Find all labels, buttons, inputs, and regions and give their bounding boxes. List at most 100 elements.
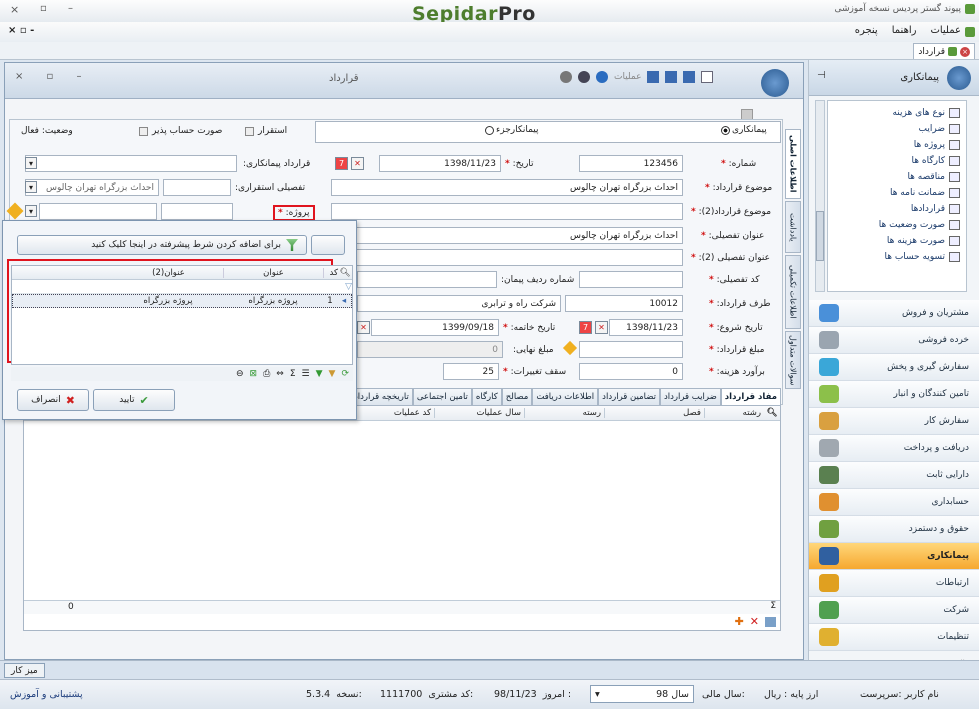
amount-input[interactable] (579, 341, 683, 358)
party-code-input[interactable]: 10012 (565, 295, 683, 312)
print-icon[interactable] (578, 71, 590, 83)
detail-title-input[interactable]: احداث بزرگراه تهران چالوس (331, 227, 683, 244)
module-item[interactable]: ارتباطات (809, 570, 979, 597)
end-date-input[interactable]: 1399/09/18 (371, 319, 499, 336)
refresh-icon[interactable] (560, 71, 572, 83)
module-item[interactable]: حسابداری (809, 489, 979, 516)
tree-item[interactable]: صورت وضعیت ها (828, 217, 960, 233)
start-date-input[interactable]: 1398/11/23 (609, 319, 683, 336)
close-app-icon[interactable]: × (10, 3, 19, 16)
vtab-extra-info[interactable]: اطلاعات تکمیلی (785, 255, 801, 329)
grid-col-header[interactable]: رشته (704, 408, 764, 418)
module-item[interactable]: تامین کنندگان و انبار (809, 381, 979, 408)
bottom-tab[interactable]: مصالح (501, 388, 533, 405)
cancel-button[interactable]: انصراف ✖ (17, 389, 89, 411)
invoice-checkbox[interactable]: صورت حساب پذیر (139, 126, 222, 136)
save-icon[interactable] (665, 71, 678, 83)
module-item[interactable]: تنظیمات (809, 624, 979, 651)
tree-item[interactable]: کارگاه ها (828, 153, 960, 169)
start-calendar-icon[interactable]: 7 (579, 321, 592, 334)
grid-col-header[interactable]: فصل (604, 408, 704, 418)
tree-item[interactable]: ضرایب (828, 121, 960, 137)
advanced-filter-bar[interactable]: برای اضافه کردن شرط پیشرفته در اینجا کلی… (17, 235, 307, 255)
lookup-col-title[interactable]: عنوان (224, 267, 324, 278)
restore-app-icon[interactable]: ▫ (40, 3, 47, 14)
tree-item[interactable]: نوع های هزینه (828, 105, 960, 121)
tree-item[interactable]: ضمانت نامه ها (828, 185, 960, 201)
lookup-filter-icon[interactable]: ▽ (338, 282, 352, 292)
tree-item[interactable]: صورت هزینه ها (828, 233, 960, 249)
subject-input[interactable]: احداث بزرگراه تهران چالوس (331, 179, 683, 196)
clear-end-icon[interactable]: ✕ (357, 321, 370, 334)
clear-date-icon[interactable]: ✕ (351, 157, 364, 170)
help-icon[interactable] (596, 71, 608, 83)
vtab-notes[interactable]: یادداشت (785, 201, 801, 253)
bottom-tab[interactable]: اطلاعات دریافت (532, 388, 599, 405)
module-item[interactable]: سفارش گیری و پخش (809, 354, 979, 381)
date-input[interactable]: 1398/11/23 (379, 155, 501, 172)
lookup-filter-row[interactable]: ▽ (12, 280, 352, 294)
vtab-main-info[interactable]: اطلاعات اصلی (785, 129, 801, 199)
tree-item[interactable]: پروژه ها (828, 137, 960, 153)
menu-item-operations[interactable]: عملیات (930, 25, 961, 36)
close-tab-icon[interactable]: × (960, 46, 970, 57)
lookup-search-icon[interactable]: 🔍︎ (338, 268, 352, 278)
contractor-dropdown-icon[interactable]: ▾ (25, 157, 37, 169)
refresh-lookup-icon[interactable]: ⟳ (341, 369, 349, 379)
grid-col-header[interactable]: رسته (524, 408, 604, 418)
calendar-icon[interactable]: 7 (335, 157, 348, 170)
detail-settle-dropdown-icon[interactable]: ▾ (25, 181, 37, 193)
bottom-tab[interactable]: مفاد قرارداد (720, 388, 781, 405)
module-item[interactable]: مشتریان و فروش (809, 300, 979, 327)
vtab-faq[interactable]: سوالات متداول (785, 331, 801, 389)
save-close-icon[interactable] (683, 71, 696, 83)
sum-icon[interactable]: Σ (290, 369, 296, 379)
settle-checkbox[interactable]: استقرار (245, 126, 287, 136)
lookup-col-title2[interactable]: عنوان(2) (114, 267, 224, 278)
minimize-app-icon[interactable]: – (68, 3, 73, 14)
module-item[interactable]: سفارش کار (809, 408, 979, 435)
new-icon[interactable] (701, 71, 714, 83)
project-name-input[interactable] (39, 203, 157, 220)
export-icon[interactable]: ⊠ (250, 369, 258, 379)
menu-item-window[interactable]: پنجره (855, 25, 878, 36)
module-item[interactable]: شرکت (809, 597, 979, 624)
lookup-row[interactable]: ◂ 1 پروژه بزرگراه پروژه بزرگراه (12, 294, 352, 308)
columns-icon[interactable]: ☰ (302, 369, 310, 379)
estimate-input[interactable]: 0 (579, 363, 683, 380)
lookup-info-icon[interactable]: ⊖ (236, 369, 244, 379)
desktop-button[interactable]: میز کار (4, 663, 45, 678)
menu-item-help[interactable]: راهنما (892, 25, 917, 36)
lookup-col-code[interactable]: کد (324, 268, 338, 278)
bottom-tab[interactable]: تاریخچه قرارداد (350, 388, 413, 405)
bottom-tab[interactable]: کارگاه (471, 388, 502, 405)
bottom-tab[interactable]: تامین اجتماعی (412, 388, 472, 405)
support-link[interactable]: پشتیبانی و آموزش (10, 689, 83, 700)
module-item[interactable]: خرده فروشی (809, 327, 979, 354)
module-item[interactable]: دریافت و پرداخت (809, 435, 979, 462)
resize-icon[interactable]: ⇔ (276, 369, 284, 379)
edit-row-icon[interactable] (765, 616, 776, 627)
number-input[interactable]: 123456 (579, 155, 683, 172)
grid-col-header[interactable]: کد عملیات (354, 408, 434, 418)
module-item[interactable]: حقوق و دستمزد (809, 516, 979, 543)
pin-icon[interactable]: ⊣ (817, 70, 826, 81)
party-name-input[interactable]: شرکت راه و ترابری (357, 295, 561, 312)
tree-item[interactable]: تسویه حساب ها (828, 249, 960, 265)
bottom-tab[interactable]: تضامین قرارداد (598, 388, 660, 405)
detail-settle-name-input[interactable]: احداث بزرگراه تهران چالوس (25, 179, 159, 196)
window-controls[interactable]: × ▫ – (15, 71, 92, 82)
tree-item[interactable]: قراردادها (828, 201, 960, 217)
save-new-icon[interactable] (647, 71, 660, 83)
filter-yellow-icon[interactable]: ▼ (329, 369, 336, 379)
add-row-icon[interactable]: ✚ (735, 615, 744, 628)
bottom-tab[interactable]: ضرایب قرارداد (659, 388, 721, 405)
tab-contract[interactable]: قرارداد × (913, 43, 975, 59)
ok-button[interactable]: تایید ✔ (93, 389, 175, 411)
grid-search-icon[interactable]: 🔍︎ (764, 408, 780, 418)
project-code-input[interactable] (161, 203, 233, 220)
tree-scrollbar[interactable] (815, 100, 825, 292)
radio-subcontracting[interactable]: پیمانکارجزء (485, 125, 539, 135)
filter-extra-button[interactable] (311, 235, 345, 255)
clear-start-icon[interactable]: ✕ (595, 321, 608, 334)
